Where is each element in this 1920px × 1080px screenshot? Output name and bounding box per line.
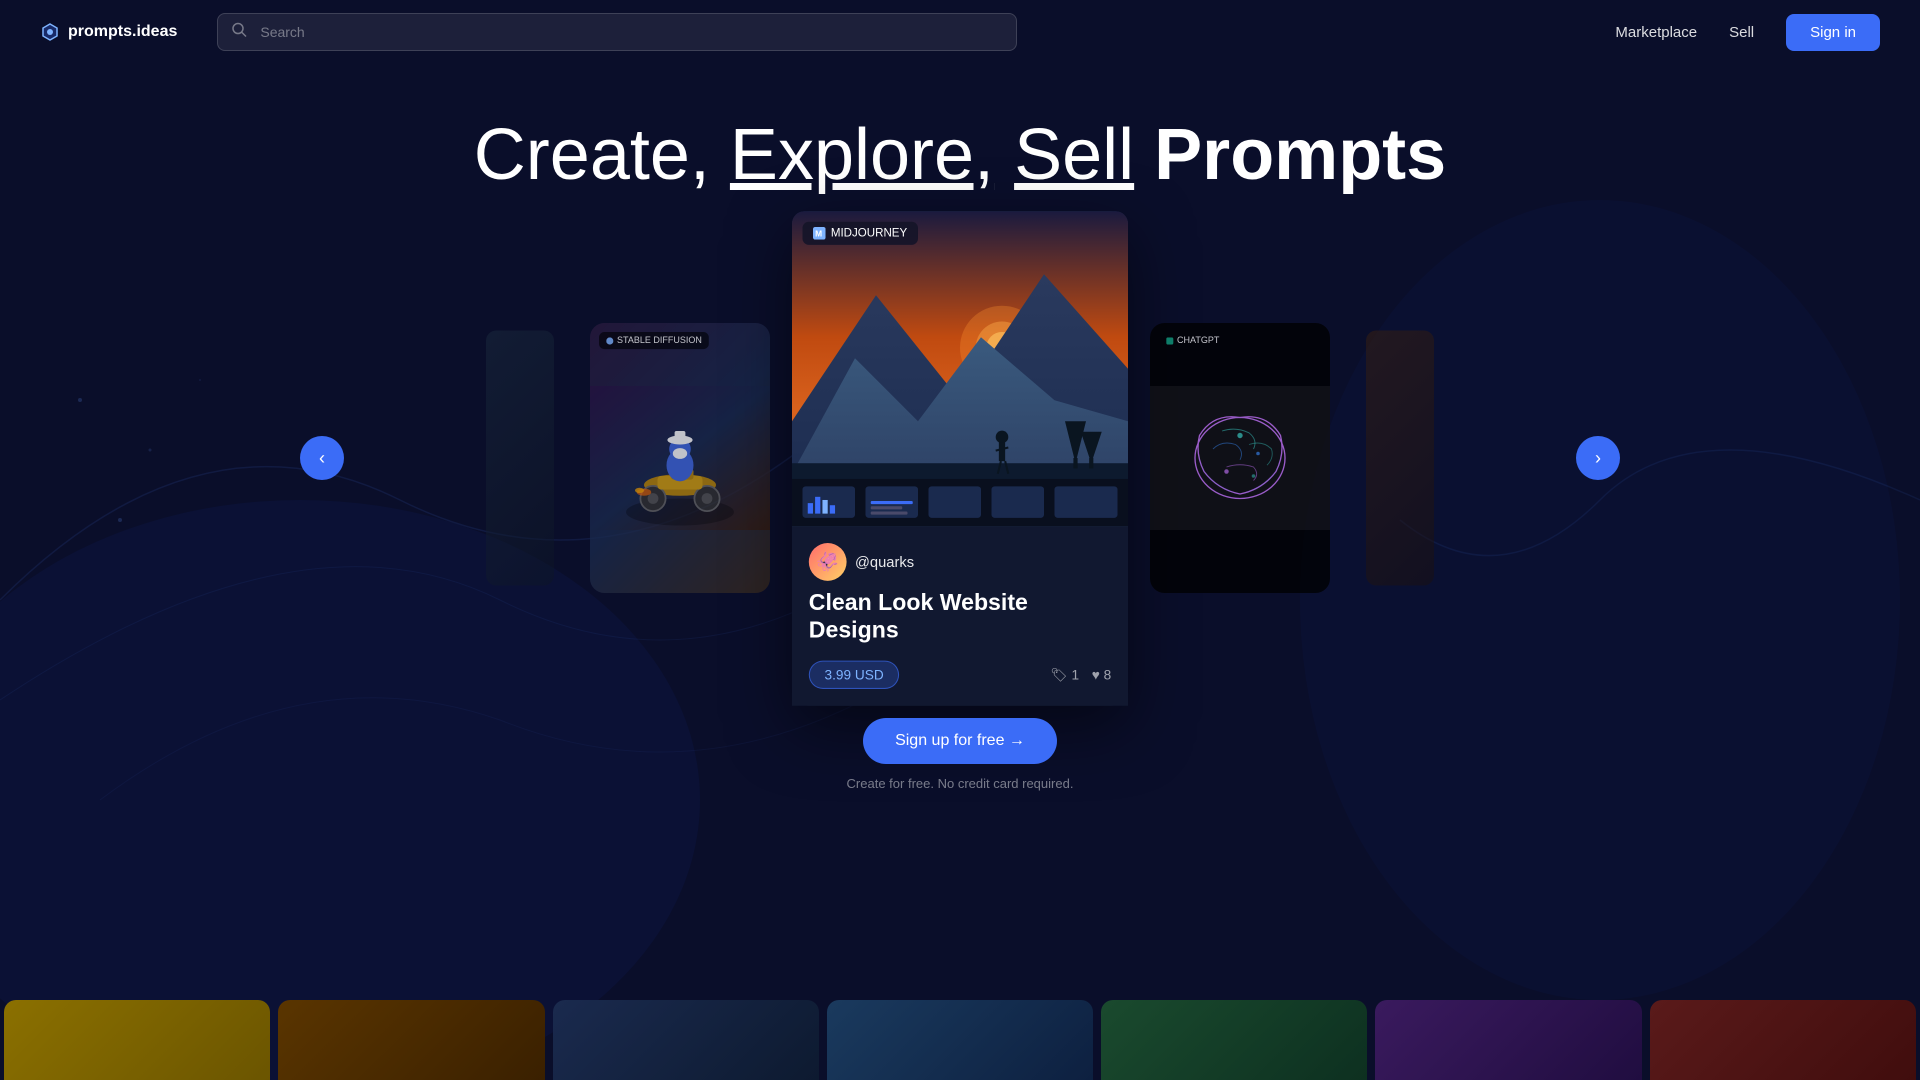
logo[interactable]: prompts.ideas [40,22,177,42]
category-item-4[interactable] [827,1000,1093,1080]
signup-section: Sign up for free → Create for free. No c… [0,718,1920,791]
carousel-track: STABLE DIFFUSION 🎭 @Prompt-Master Crazy … [0,223,1920,694]
hero-title-sell: Sell [1014,115,1134,195]
category-item-3[interactable] [553,1000,819,1080]
carousel-section: ‹ [0,238,1920,678]
logo-icon [40,22,60,42]
center-card-footer: 3.99 USD 🏷 1 ♥ 8 [809,661,1111,689]
center-price-badge: 3.99 USD [809,661,900,689]
hero-title-create: Create, [474,115,730,195]
card-midjourney-center[interactable]: M MIDJOURNEY 🦑 @quarks Clean Look Websit… [792,211,1128,706]
chatgpt-image: CHATGPT [1150,323,1330,593]
chatgpt-badge-text: CHATGPT [1177,336,1219,346]
category-item-7[interactable] [1650,1000,1916,1080]
center-author-name: @quarks [855,553,914,570]
categories-row [0,1000,1920,1080]
card-stable-diffusion[interactable]: STABLE DIFFUSION 🎭 @Prompt-Master Crazy … [590,323,770,593]
center-stats: 🏷 1 ♥ 8 [1050,666,1111,683]
hero-title-explore: Explore, [730,115,994,195]
center-comments-stat: 🏷 1 [1050,666,1079,683]
center-card-title: Clean Look Website Designs [809,589,1111,644]
marketplace-link[interactable]: Marketplace [1615,24,1697,41]
sd-badge: STABLE DIFFUSION [599,332,709,349]
center-card-image: M MIDJOURNEY [792,211,1128,526]
hero-title-prompts: Prompts [1154,115,1446,195]
center-likes-stat: ♥ 8 [1092,666,1111,683]
signup-subtext: Create for free. No credit card required… [0,776,1920,791]
category-item-5[interactable] [1101,1000,1367,1080]
card-far-left [486,331,554,586]
sell-link[interactable]: Sell [1729,24,1754,41]
signup-button[interactable]: Sign up for free → [863,718,1057,764]
category-item-2[interactable] [278,1000,544,1080]
center-card-body: 🦑 @quarks Clean Look Website Designs 3.9… [792,526,1128,706]
sd-badge-text: STABLE DIFFUSION [617,336,702,346]
center-author-avatar: 🦑 [809,543,847,581]
logo-text: prompts.ideas [68,23,177,41]
category-item-6[interactable] [1375,1000,1641,1080]
category-item-1[interactable] [4,1000,270,1080]
navbar: prompts.ideas Marketplace Sell Sign in [0,0,1920,64]
search-bar [217,13,1017,51]
search-input[interactable] [217,13,1017,51]
card-sd-image: STABLE DIFFUSION [590,323,770,593]
hero-section: Create, Explore, Sell Prompts [0,64,1920,198]
card-far-right [1366,331,1434,586]
svg-text:M: M [815,228,822,238]
signin-button[interactable]: Sign in [1786,14,1880,51]
hero-title: Create, Explore, Sell Prompts [0,112,1920,198]
midjourney-badge-text: MIDJOURNEY [831,227,907,240]
search-icon [231,22,247,43]
center-card-author: 🦑 @quarks [809,543,1111,581]
chatgpt-badge: CHATGPT [1159,332,1227,349]
card-chatgpt[interactable]: CHATGPT 🧠 @Laxman1986 Age Based Weight a… [1150,323,1330,593]
nav-links: Marketplace Sell Sign in [1615,14,1880,51]
midjourney-badge: M MIDJOURNEY [803,222,918,245]
